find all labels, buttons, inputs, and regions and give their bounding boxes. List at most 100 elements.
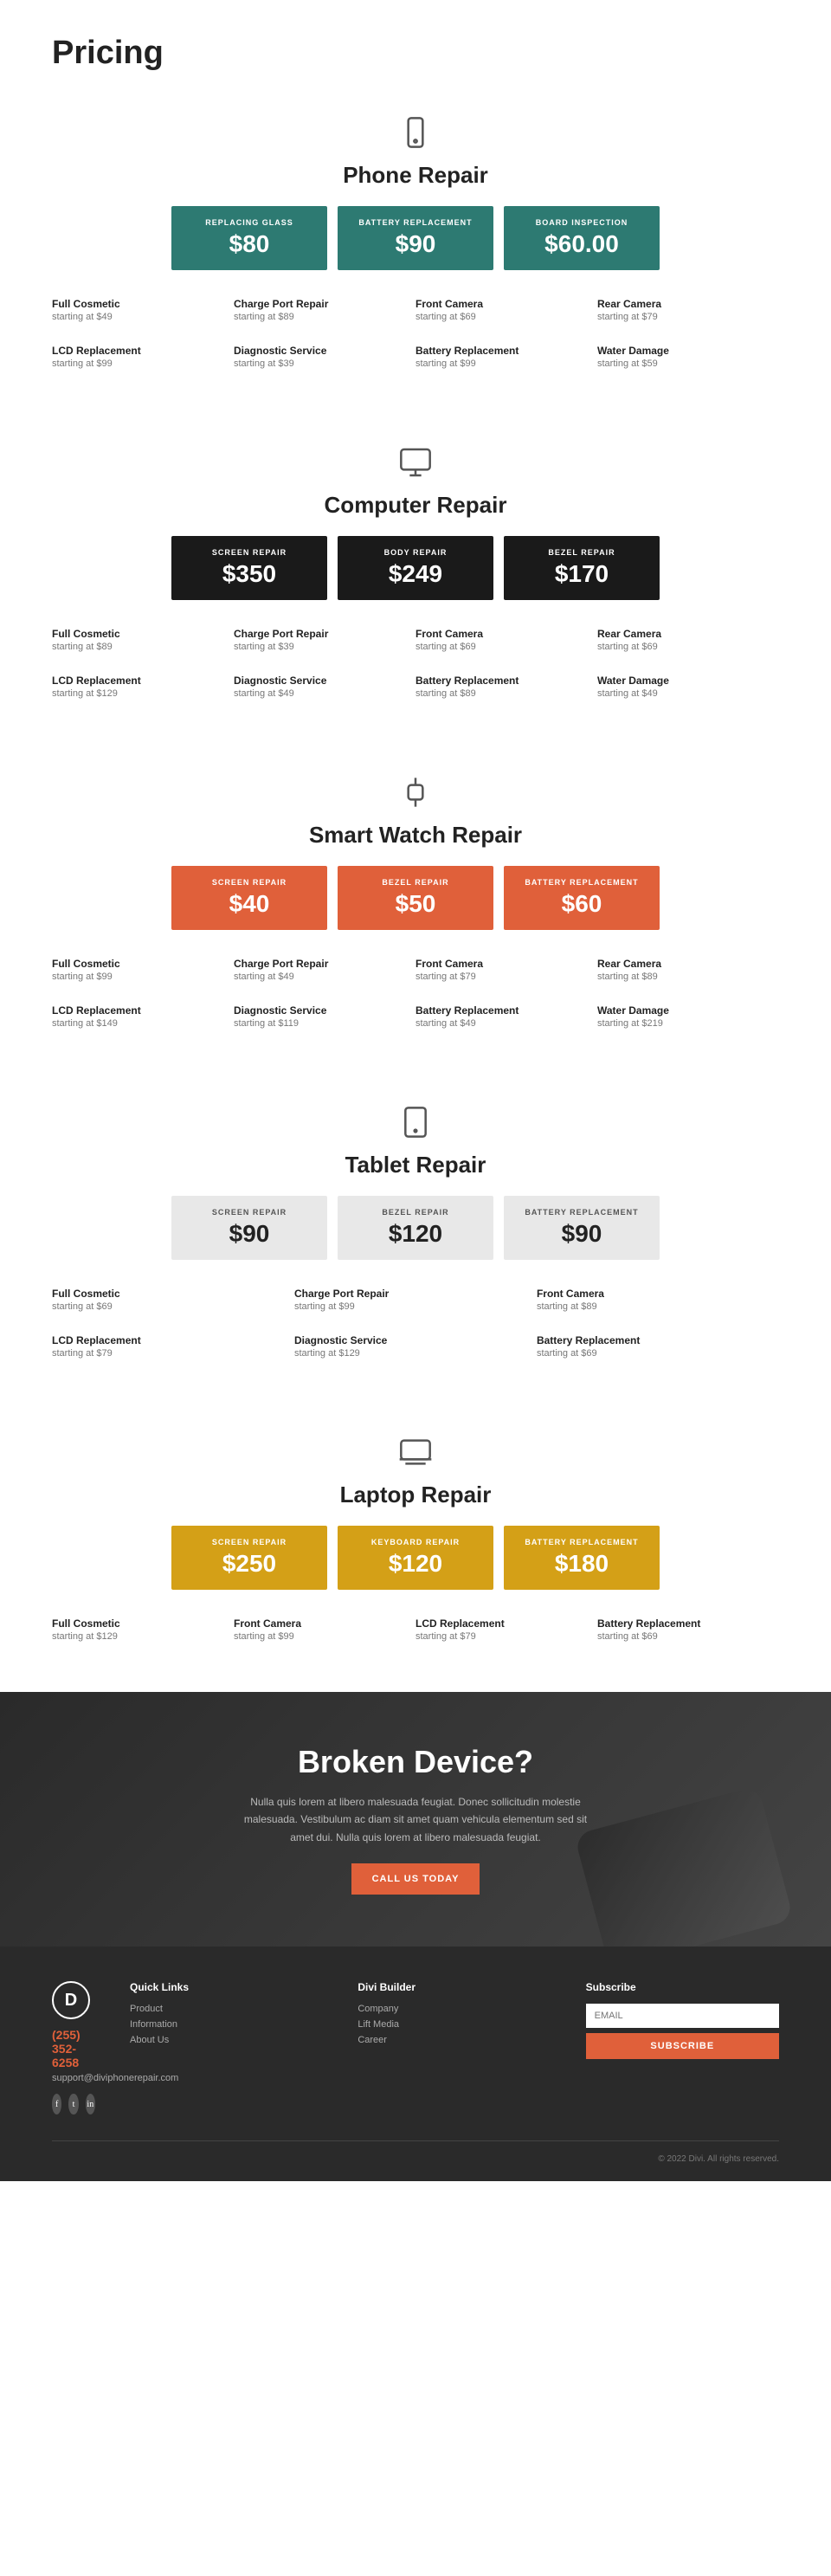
footer-email: support@diviphonerepair.com [52,2073,95,2083]
footer-socials: f t in [52,2094,95,2114]
card-label: Screen Repair [182,878,317,887]
price-card-2: Battery Replacement $180 [504,1526,660,1590]
smartwatch-price-cards: Screen Repair $40Bezel Repair $50Battery… [52,866,779,930]
cta-button[interactable]: CALL US TODAY [351,1863,480,1895]
price-card-2: Battery Replacement $60 [504,866,660,930]
card-price: $180 [514,1550,649,1578]
linkedin-icon[interactable]: in [86,2094,95,2114]
twitter-icon[interactable]: t [68,2094,78,2114]
card-price: $170 [514,560,649,588]
service-item: Charge Port Repair starting at $49 [234,951,416,989]
service-item: Battery Replacement starting at $69 [597,1611,779,1649]
section-smartwatch: Smart Watch Repair Screen Repair $40Bezel… [0,749,831,1079]
service-item: LCD Replacement starting at $99 [52,338,234,376]
service-item: Charge Port Repair starting at $99 [294,1281,537,1319]
service-item: Battery Replacement starting at $89 [416,668,597,706]
computer-title: Computer Repair [52,492,779,519]
price-card-0: Screen Repair $350 [171,536,327,600]
phone-services-row2: LCD Replacement starting at $99Diagnosti… [52,338,779,376]
service-item: LCD Replacement starting at $79 [416,1611,597,1649]
divi-link-lift-media[interactable]: Lift Media [358,2019,551,2030]
service-item: Water Damage starting at $59 [597,338,779,376]
smartwatch-services-row1: Full Cosmetic starting at $99Charge Port… [52,951,779,989]
quick-link-about[interactable]: About Us [130,2035,323,2045]
phone-price-cards: Replacing Glass $80Battery Replacement $… [52,206,779,270]
card-label: Bezel Repair [348,1208,483,1217]
price-card-2: Battery Replacement $90 [504,1196,660,1260]
computer-services-row2: LCD Replacement starting at $129Diagnost… [52,668,779,706]
divi-builder-col: Divi Builder Company Lift Media Career [358,1981,551,2114]
computer-price-cards: Screen Repair $350Body Repair $249Bezel … [52,536,779,600]
price-card-1: Bezel Repair $50 [338,866,493,930]
pricing-header: Pricing [0,0,831,89]
price-card-0: Screen Repair $250 [171,1526,327,1590]
service-item: Front Camera starting at $79 [416,951,597,989]
divi-link-career[interactable]: Career [358,2035,551,2045]
price-card-2: Bezel Repair $170 [504,536,660,600]
service-item: Rear Camera starting at $69 [597,621,779,659]
service-item: Diagnostic Service starting at $39 [234,338,416,376]
service-item: LCD Replacement starting at $79 [52,1327,294,1365]
phone-services-row1: Full Cosmetic starting at $49Charge Port… [52,291,779,329]
divi-builder-title: Divi Builder [358,1981,551,1993]
computer-icon [52,445,779,483]
price-card-1: Body Repair $249 [338,536,493,600]
card-price: $50 [348,890,483,918]
laptop-icon [52,1435,779,1473]
card-label: Battery Replacement [514,1538,649,1546]
section-laptop: Laptop RepairScreen Repair $250Keyboard … [0,1409,831,1692]
facebook-icon[interactable]: f [52,2094,61,2114]
footer-phone: (255) 352-6258 [52,2028,95,2069]
service-item: Full Cosmetic starting at $89 [52,621,234,659]
section-phone: Phone Repair Replacing Glass $80Battery R… [0,89,831,419]
divi-link-company[interactable]: Company [358,2004,551,2014]
cta-title: Broken Device? [52,1744,779,1780]
laptop-price-cards: Screen Repair $250Keyboard Repair $120Ba… [52,1526,779,1590]
tablet-services-row1: Full Cosmetic starting at $69Charge Port… [52,1281,779,1319]
page-wrapper: Pricing Phone RepairReplacing Glass $80B… [0,0,831,2181]
card-price: $90 [514,1220,649,1248]
card-price: $80 [182,230,317,258]
card-label: Board Inspection [514,218,649,227]
card-label: Body Repair [348,548,483,557]
quick-link-product[interactable]: Product [130,2004,323,2014]
smartwatch-title: Smart Watch Repair [52,822,779,849]
service-item: Full Cosmetic starting at $99 [52,951,234,989]
computer-services-row1: Full Cosmetic starting at $89Charge Port… [52,621,779,659]
service-item: Full Cosmetic starting at $49 [52,291,234,329]
service-item: Front Camera starting at $69 [416,291,597,329]
section-tablet: Tablet RepairScreen Repair $90Bezel Repa… [0,1079,831,1409]
footer-top: D (255) 352-6258 support@diviphonerepair… [52,1981,779,2114]
card-label: Keyboard Repair [348,1538,483,1546]
card-price: $350 [182,560,317,588]
service-item: Rear Camera starting at $89 [597,951,779,989]
subscribe-title: Subscribe [586,1981,779,1993]
price-card-1: Keyboard Repair $120 [338,1526,493,1590]
phone-title: Phone Repair [52,162,779,189]
subscribe-button[interactable]: SUBSCRIBE [586,2033,779,2059]
tablet-services-row2: LCD Replacement starting at $79Diagnosti… [52,1327,779,1365]
subscribe-input[interactable] [586,2004,779,2028]
card-price: $120 [348,1220,483,1248]
card-label: Screen Repair [182,548,317,557]
quick-links-title: Quick Links [130,1981,323,1993]
service-item: Water Damage starting at $49 [597,668,779,706]
service-item: Battery Replacement starting at $49 [416,997,597,1036]
logo-letter: D [65,1991,77,2011]
tablet-icon [52,1105,779,1143]
card-price: $120 [348,1550,483,1578]
price-card-0: Replacing Glass $80 [171,206,327,270]
tablet-price-cards: Screen Repair $90Bezel Repair $120Batter… [52,1196,779,1260]
service-item: Diagnostic Service starting at $49 [234,668,416,706]
page-title: Pricing [52,35,779,72]
service-item: Full Cosmetic starting at $69 [52,1281,294,1319]
service-item: Charge Port Repair starting at $39 [234,621,416,659]
service-item: Battery Replacement starting at $69 [537,1327,779,1365]
quick-links-col: Quick Links Product Information About Us [130,1981,323,2114]
tablet-title: Tablet Repair [52,1152,779,1178]
card-label: Replacing Glass [182,218,317,227]
card-label: Bezel Repair [348,878,483,887]
card-price: $60 [514,890,649,918]
logo-circle: D [52,1981,90,2019]
quick-link-information[interactable]: Information [130,2019,323,2030]
